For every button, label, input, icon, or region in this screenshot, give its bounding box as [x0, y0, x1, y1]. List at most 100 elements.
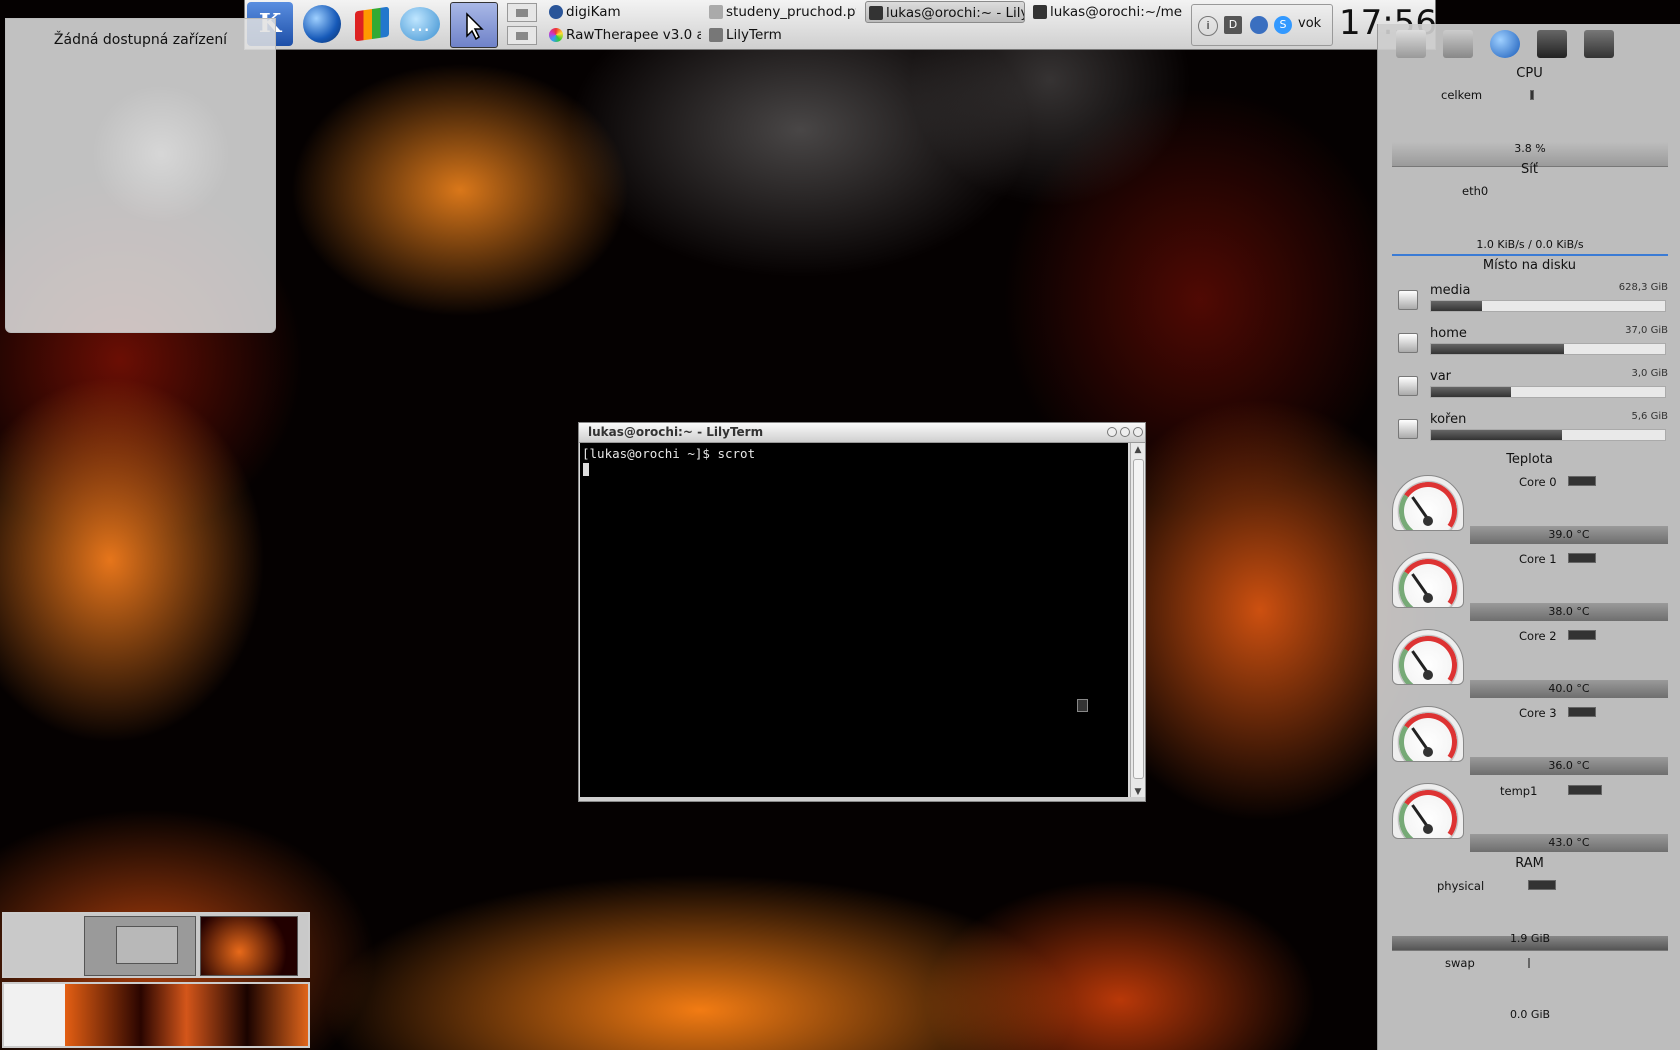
task-lilyterm-home[interactable]: lukas@orochi:~ - LilyTerm: [865, 1, 1025, 23]
pager-desktop-1[interactable]: [2, 912, 310, 978]
cpu-total-label: celkem: [1441, 88, 1483, 102]
pager-desktop-2[interactable]: [2, 982, 310, 1048]
disk-usage-fill: [1431, 430, 1563, 440]
scrollbar-thumb[interactable]: [1133, 459, 1144, 779]
disk-title: Místo na disku: [1482, 258, 1577, 273]
temperature-icon[interactable]: [1443, 30, 1473, 58]
terminal-titlebar[interactable]: lukas@orochi:~ - LilyTerm: [579, 423, 1145, 443]
disk-usage-fill: [1431, 387, 1511, 397]
pager-window-thumb: [200, 916, 298, 976]
keyboard-layout-indicator[interactable]: vok: [1298, 16, 1321, 31]
monitor-toolbar: [1378, 24, 1680, 64]
disk-name: kořen: [1430, 412, 1467, 427]
sensor-mini-bar: [1568, 785, 1602, 795]
skype-icon[interactable]: S: [1274, 16, 1292, 34]
disk-name: home: [1430, 326, 1467, 341]
mouse-pointer-icon: [1077, 699, 1088, 712]
disk-row-root[interactable]: kořen 5,6 GiB: [1398, 411, 1668, 449]
cpu-value: 3.8 %: [1514, 142, 1546, 155]
sensor-value: 40.0 °C: [1470, 680, 1668, 698]
network-manager-icon[interactable]: [1250, 16, 1268, 34]
text-cursor: [583, 463, 589, 476]
temperature-gauge-icon: [1392, 475, 1464, 531]
sensor-label: Core 0: [1519, 475, 1557, 489]
swap-value: 0.0 GiB: [1509, 1008, 1551, 1021]
disk-row-media[interactable]: media 628,3 GiB: [1398, 282, 1668, 320]
ram-icon[interactable]: [1584, 30, 1614, 58]
close-button[interactable]: [1133, 427, 1143, 437]
network-title: Síť: [1521, 162, 1538, 177]
disk-usage-bar: [1430, 300, 1666, 312]
desktop-1-switch[interactable]: [507, 3, 537, 22]
drive-icon: [1398, 333, 1418, 353]
disk-usage-bar: [1430, 343, 1666, 355]
ram-physical-value: 1.9 GiB: [1509, 932, 1551, 945]
terminal-statusbar: [579, 797, 1145, 801]
top-panel: K … digiKam studeny_pruchod.pto lukas@or…: [244, 0, 1437, 50]
document-icon: [709, 5, 723, 19]
pager-desktop-preview: [4, 984, 308, 1046]
rawtherapee-icon: [549, 28, 563, 42]
prompt-line: [lukas@orochi ~]$ scrot: [582, 446, 756, 461]
network-interface-label: eth0: [1462, 184, 1489, 198]
task-pto-file[interactable]: studeny_pruchod.pto: [706, 1, 856, 23]
ram-title: RAM: [1515, 856, 1544, 871]
terminal-icon: [869, 6, 883, 20]
chat-icon[interactable]: …: [397, 2, 443, 46]
terminal-icon: [709, 28, 723, 42]
scroll-up-arrow-icon[interactable]: ▲: [1131, 443, 1145, 457]
sensor-mini-bar: [1568, 476, 1596, 486]
network-value: 1.0 KiB/s / 0.0 KiB/s: [1476, 238, 1584, 251]
desktop-2-switch[interactable]: [507, 26, 537, 45]
disk-name: var: [1430, 369, 1452, 384]
web-browser-icon[interactable]: [299, 2, 345, 46]
cpu-title: CPU: [1516, 66, 1543, 81]
network-icon[interactable]: [1490, 30, 1520, 58]
info-icon[interactable]: i: [1198, 16, 1218, 36]
minimize-button[interactable]: [1107, 427, 1117, 437]
sensor-label: Core 1: [1519, 552, 1557, 566]
pointer-tool-icon[interactable]: [450, 2, 498, 48]
temperature-gauge-icon: [1392, 706, 1464, 762]
terminal-window[interactable]: lukas@orochi:~ - LilyTerm [lukas@orochi …: [578, 422, 1146, 802]
cpu-icon[interactable]: [1537, 30, 1567, 58]
decorative-swirl: [86, 79, 236, 229]
disk-size: 628,3 GiB: [1618, 282, 1668, 293]
disk-usage-fill: [1431, 301, 1483, 311]
system-monitor-sidebar: CPU celkem 3.8 % Síť eth0 1.0 KiB/s / 0.…: [1377, 24, 1680, 1050]
task-rawtherapee[interactable]: RawTherapee v3.0 alpha: [546, 24, 701, 46]
sensor-label: temp1: [1500, 784, 1538, 798]
photo-app-icon[interactable]: [349, 2, 395, 46]
swap-mini-bar: [1528, 958, 1530, 968]
terminal-icon: [1033, 5, 1047, 19]
ram-physical-label: physical: [1437, 879, 1485, 893]
sensor-label: Core 2: [1519, 629, 1557, 643]
task-digikam[interactable]: digiKam: [546, 1, 701, 23]
drive-icon: [1398, 376, 1418, 396]
harddisk-icon[interactable]: [1396, 30, 1426, 58]
disk-size: 3,0 GiB: [1631, 368, 1668, 379]
disk-row-var[interactable]: var 3,0 GiB: [1398, 368, 1668, 406]
sensor-mini-bar: [1568, 630, 1596, 640]
sensor-value: 39.0 °C: [1470, 526, 1668, 544]
maximize-button[interactable]: [1120, 427, 1130, 437]
disk-usage-bar: [1430, 429, 1666, 441]
disk-size: 37,0 GiB: [1625, 325, 1668, 336]
sensor-value: 38.0 °C: [1470, 603, 1668, 621]
disk-size: 5,6 GiB: [1631, 411, 1668, 422]
no-devices-message: Žádná dostupná zařízení: [53, 32, 228, 48]
task-lilyterm[interactable]: LilyTerm: [706, 24, 856, 46]
window-title: lukas@orochi:~ - LilyTerm: [588, 425, 764, 439]
temperature-gauge-icon: [1392, 552, 1464, 608]
sensor-value: 36.0 °C: [1470, 757, 1668, 775]
ram-mini-bar: [1528, 880, 1556, 890]
dictionary-icon[interactable]: D: [1224, 16, 1242, 34]
sensor-value: 43.0 °C: [1470, 834, 1668, 852]
disk-name: media: [1430, 283, 1471, 298]
task-lilyterm-media[interactable]: lukas@orochi:~/media: [1030, 1, 1182, 23]
disk-row-home[interactable]: home 37,0 GiB: [1398, 325, 1668, 363]
sensor-mini-bar: [1568, 707, 1596, 717]
terminal-scrollbar[interactable]: ▲ ▼: [1130, 443, 1145, 799]
disk-usage-fill: [1431, 344, 1565, 354]
terminal-output[interactable]: [lukas@orochi ~]$ scrot: [580, 443, 1128, 799]
